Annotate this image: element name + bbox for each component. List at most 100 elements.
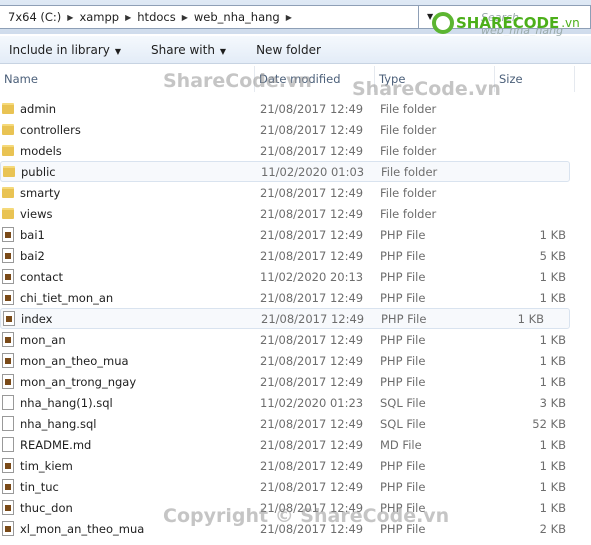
file-row[interactable]: nha_hang(1).sql 11/02/2020 01:23 SQL Fil… — [0, 392, 591, 413]
php-file-icon — [2, 227, 14, 242]
new-folder-button[interactable]: New folder — [256, 43, 321, 57]
php-file-icon — [2, 269, 14, 284]
file-date: 21/08/2017 12:49 — [260, 122, 364, 137]
file-date: 11/02/2020 20:13 — [260, 269, 364, 284]
file-row[interactable]: views 21/08/2017 12:49 File folder — [0, 203, 591, 224]
file-size: 2 KB — [539, 521, 566, 536]
file-row[interactable]: public 11/02/2020 01:03 File folder — [0, 161, 570, 182]
file-row[interactable]: bai1 21/08/2017 12:49 PHP File 1 KB — [0, 224, 591, 245]
file-type: PHP File — [380, 227, 426, 242]
folder-icon — [3, 166, 15, 177]
file-date: 21/08/2017 12:49 — [261, 311, 365, 326]
file-date: 21/08/2017 12:49 — [260, 374, 364, 389]
file-icon — [2, 416, 14, 431]
php-file-icon — [2, 458, 14, 473]
file-row[interactable]: controllers 21/08/2017 12:49 File folder — [0, 119, 591, 140]
file-date: 21/08/2017 12:49 — [260, 290, 364, 305]
php-file-icon — [3, 311, 15, 326]
file-date: 21/08/2017 12:49 — [260, 248, 364, 263]
file-name: bai1 — [20, 227, 45, 242]
file-row[interactable]: tim_kiem 21/08/2017 12:49 PHP File 1 KB — [0, 455, 591, 476]
crumb[interactable]: xampp — [79, 10, 119, 24]
file-row[interactable]: tin_tuc 21/08/2017 12:49 PHP File 1 KB — [0, 476, 591, 497]
file-date: 21/08/2017 12:49 — [260, 437, 364, 452]
php-file-icon — [2, 290, 14, 305]
chevron-right-icon[interactable]: ▶ — [182, 13, 188, 22]
file-type: File folder — [380, 143, 437, 158]
file-type: File folder — [380, 206, 437, 221]
file-date: 21/08/2017 12:49 — [260, 143, 364, 158]
file-row[interactable]: admin 21/08/2017 12:49 File folder — [0, 98, 591, 119]
folder-icon — [2, 145, 14, 156]
file-name: nha_hang(1).sql — [20, 395, 113, 410]
file-row[interactable]: smarty 21/08/2017 12:49 File folder — [0, 182, 591, 203]
php-file-icon — [2, 521, 14, 536]
php-file-icon — [2, 374, 14, 389]
file-type: PHP File — [380, 374, 426, 389]
folder-icon — [2, 124, 14, 135]
address-bar-area: 7x64 (C:) ▶ xampp ▶ htdocs ▶ web_nha_hang ▶ … — [0, 0, 591, 37]
file-name: tin_tuc — [20, 479, 59, 494]
file-date: 21/08/2017 12:49 — [260, 521, 364, 536]
include-in-library-button[interactable]: Include in library ▼ — [9, 43, 121, 57]
file-type: PHP File — [380, 269, 426, 284]
php-file-icon — [2, 479, 14, 494]
file-row[interactable]: mon_an 21/08/2017 12:49 PHP File 1 KB — [0, 329, 591, 350]
column-name[interactable]: Name — [0, 66, 255, 92]
file-name: tim_kiem — [20, 458, 73, 473]
file-name: public — [21, 164, 56, 179]
share-with-button[interactable]: Share with ▼ — [151, 43, 226, 57]
file-row[interactable]: thuc_don 21/08/2017 12:49 PHP File 1 KB — [0, 497, 591, 518]
column-type[interactable]: Type — [375, 66, 495, 92]
crumb[interactable]: 7x64 (C:) — [8, 10, 61, 24]
crumb[interactable]: web_nha_hang — [194, 10, 280, 24]
file-name: chi_tiet_mon_an — [20, 290, 114, 305]
file-date: 21/08/2017 12:49 — [260, 458, 364, 473]
chevron-right-icon[interactable]: ▶ — [286, 13, 292, 22]
file-row[interactable]: contact 11/02/2020 20:13 PHP File 1 KB — [0, 266, 591, 287]
file-size: 52 KB — [532, 416, 566, 431]
column-size[interactable]: Size — [495, 66, 575, 92]
file-size: 1 KB — [517, 311, 544, 326]
file-row[interactable]: chi_tiet_mon_an 21/08/2017 12:49 PHP Fil… — [0, 287, 591, 308]
folder-icon — [2, 208, 14, 219]
file-icon — [2, 437, 14, 452]
file-name: mon_an_theo_mua — [20, 353, 129, 368]
crumb[interactable]: htdocs — [137, 10, 175, 24]
sharecode-logo: SHARECODE .vn — [432, 12, 580, 34]
folder-icon — [2, 187, 14, 198]
file-size: 5 KB — [539, 248, 566, 263]
file-row[interactable]: models 21/08/2017 12:49 File folder — [0, 140, 591, 161]
file-type: PHP File — [380, 353, 426, 368]
file-name: admin — [20, 101, 57, 116]
column-headers: Name Date modified Type Size — [0, 66, 591, 92]
address-bar[interactable]: 7x64 (C:) ▶ xampp ▶ htdocs ▶ web_nha_hang ▶ — [0, 5, 440, 29]
file-type: File folder — [380, 122, 437, 137]
file-date: 21/08/2017 12:49 — [260, 416, 364, 431]
file-row[interactable]: README.md 21/08/2017 12:49 MD File 1 KB — [0, 434, 591, 455]
file-date: 11/02/2020 01:23 — [260, 395, 364, 410]
file-name: xl_mon_an_theo_mua — [20, 521, 145, 536]
file-type: SQL File — [380, 395, 426, 410]
column-date[interactable]: Date modified — [255, 66, 375, 92]
file-row[interactable]: mon_an_theo_mua 21/08/2017 12:49 PHP Fil… — [0, 350, 591, 371]
file-name: bai2 — [20, 248, 45, 263]
chevron-right-icon[interactable]: ▶ — [125, 13, 131, 22]
file-size: 1 KB — [539, 374, 566, 389]
file-row[interactable]: xl_mon_an_theo_mua 21/08/2017 12:49 PHP … — [0, 518, 591, 539]
file-row[interactable]: nha_hang.sql 21/08/2017 12:49 SQL File 5… — [0, 413, 591, 434]
file-date: 21/08/2017 12:49 — [260, 101, 364, 116]
file-row[interactable]: mon_an_trong_ngay 21/08/2017 12:49 PHP F… — [0, 371, 591, 392]
file-date: 21/08/2017 12:49 — [260, 206, 364, 221]
file-row[interactable]: bai2 21/08/2017 12:49 PHP File 5 KB — [0, 245, 591, 266]
file-size: 3 KB — [539, 395, 566, 410]
file-row[interactable]: index 21/08/2017 12:49 PHP File 1 KB — [0, 308, 570, 329]
file-type: SQL File — [380, 416, 426, 431]
file-size: 1 KB — [539, 227, 566, 242]
file-list: admin 21/08/2017 12:49 File folder contr… — [0, 98, 591, 539]
chevron-right-icon[interactable]: ▶ — [67, 13, 73, 22]
file-name: smarty — [20, 185, 61, 200]
file-name: nha_hang.sql — [20, 416, 97, 431]
file-name: views — [20, 206, 53, 221]
php-file-icon — [2, 332, 14, 347]
